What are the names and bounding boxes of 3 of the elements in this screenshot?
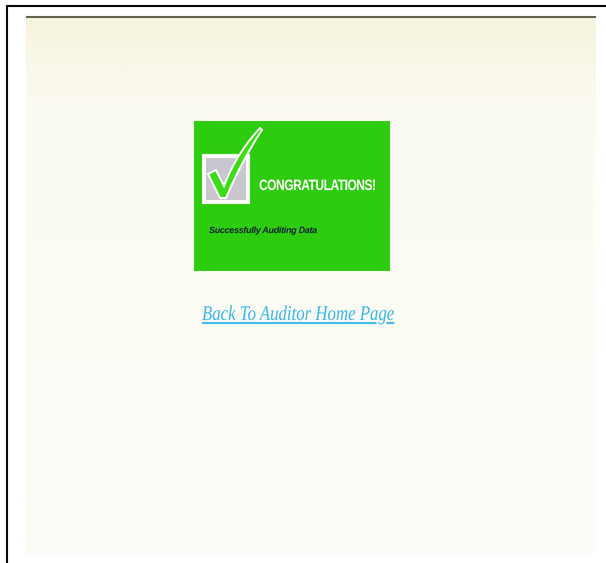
banner-message: Successfully Auditing Data (209, 224, 317, 237)
banner-title: CONGRATULATIONS! (259, 176, 376, 196)
home-page-link[interactable]: Back To Auditor Home Page (202, 298, 394, 330)
